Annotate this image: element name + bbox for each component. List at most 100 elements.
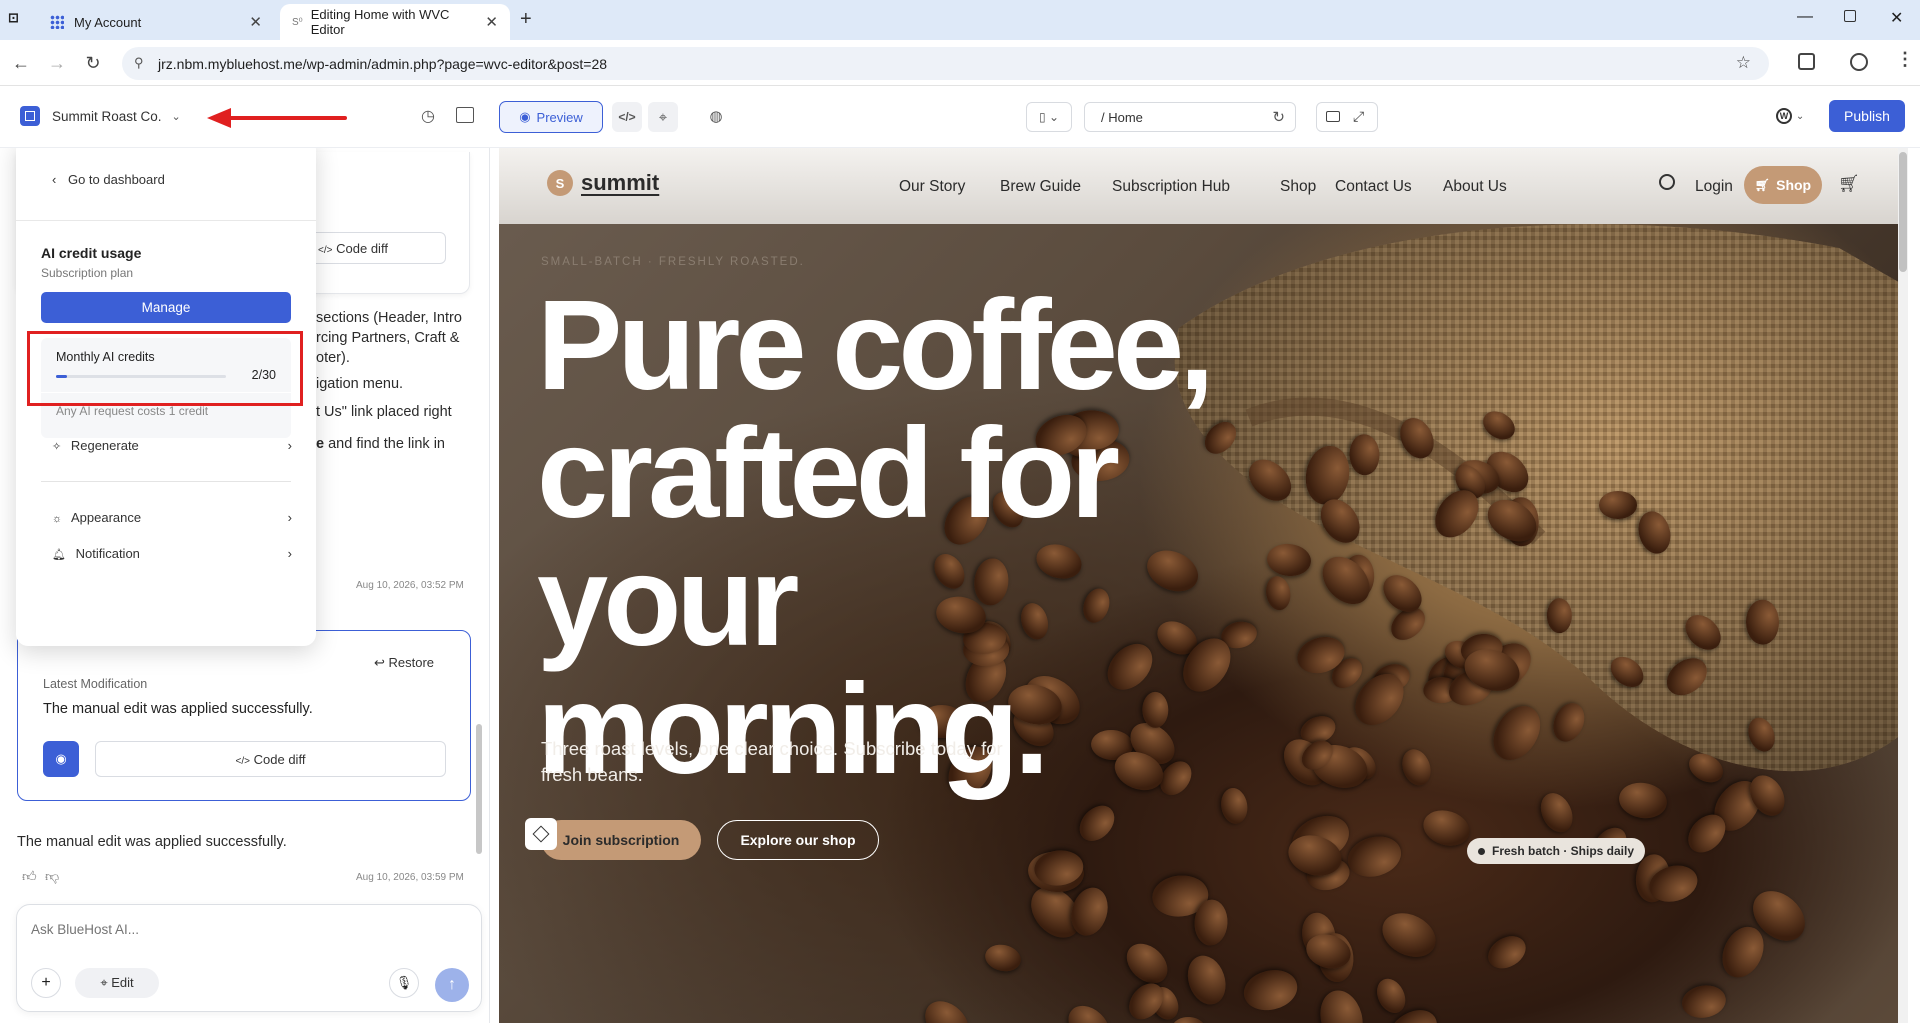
code-diff-button[interactable]: </> Code diff [95, 741, 446, 777]
annotation-highlight-box [27, 331, 303, 406]
dashboard-label: Go to dashboard [67, 172, 165, 187]
device-toggle: ⤢ [1316, 102, 1378, 132]
palette-icon[interactable]: ◍ [706, 106, 726, 126]
site-logo[interactable]: S summit [547, 170, 659, 196]
close-icon[interactable]: ✕ [249, 13, 262, 31]
join-subscription-button[interactable]: Join subscription [541, 820, 701, 860]
code-icon: </> [318, 244, 333, 256]
menu-item-label: Regenerate [70, 438, 139, 453]
nav-subscription-hub[interactable]: Subscription Hub [1112, 178, 1230, 196]
explore-shop-button[interactable]: Explore our shop [717, 820, 879, 860]
browser-tab-bar: ⊡ My Account ✕ S⁰ Editing Home with WVC … [0, 0, 1920, 40]
site-info-icon[interactable]: ⚲ [134, 55, 144, 71]
tab-title: My Account [74, 14, 142, 30]
reload-icon[interactable]: ↻ [78, 48, 108, 78]
minimize-icon[interactable]: — [1797, 8, 1813, 26]
history-icon[interactable]: ◷ [418, 106, 438, 126]
address-bar[interactable]: ⚲ jrz.nbm.mybluehost.me/wp-admin/admin.p… [122, 47, 1769, 80]
menu-item-regenerate[interactable]: ✧ Regenerate › [52, 438, 292, 458]
menu-item-appearance[interactable]: ☼ Appearance › [52, 510, 292, 530]
restore-button[interactable]: ↩ Restore [374, 655, 434, 671]
restore-icon[interactable] [1844, 10, 1856, 22]
tab-my-account[interactable]: My Account ✕ [38, 4, 274, 40]
site-preview: S summit Our Story Brew Guide Subscripti… [499, 148, 1908, 1023]
message-text: e and find the link in [316, 434, 445, 454]
coffee-bean [1598, 491, 1638, 519]
login-link[interactable]: Login [1695, 178, 1733, 196]
bell-icon: 🔔︎ [52, 549, 66, 561]
message-text: and find the link in [328, 436, 445, 452]
close-icon[interactable]: ✕ [485, 13, 498, 31]
browser-menu-icon[interactable]: ⋮ [1896, 49, 1914, 70]
shop-pill-button[interactable]: 🛒︎ Shop [1744, 166, 1822, 204]
fullscreen-icon[interactable]: ⤢ [1353, 108, 1364, 125]
thumbs-down-icon[interactable]: 👎︎ [45, 868, 59, 885]
scroll-thumb[interactable] [476, 724, 482, 854]
tab-title: Editing Home with WVC Editor [310, 7, 450, 37]
scroll-thumb[interactable] [1899, 152, 1907, 272]
nav-contact-us[interactable]: Contact Us [1335, 178, 1412, 196]
message-text: oter). [316, 350, 350, 366]
page-path: / Home [1101, 109, 1143, 125]
code-view-icon[interactable]: </> [612, 102, 642, 132]
edit-button[interactable]: ⌖ Edit [75, 968, 159, 998]
preview-button[interactable]: ◉ Preview [499, 101, 603, 133]
back-icon[interactable]: ← [6, 48, 36, 78]
edit-label: Edit [111, 975, 134, 990]
layers-button[interactable] [525, 818, 557, 850]
page-path-field[interactable]: / Home ↻ [1084, 102, 1296, 132]
add-button[interactable]: + [31, 968, 61, 998]
bookmark-star-icon[interactable]: ☆ [1736, 53, 1751, 73]
extensions-icon[interactable] [1798, 53, 1815, 70]
editor-toolbar: Summit Roast Co. ⌄ ◷ ◉ Preview </> ⌖ ◍ ▯… [0, 86, 1920, 148]
subtext-line: fresh beans. [541, 764, 643, 785]
headline-line: Pure coffee, [537, 274, 1215, 417]
manage-button[interactable]: Manage [41, 292, 291, 323]
publish-button[interactable]: Publish [1829, 100, 1905, 132]
close-window-icon[interactable]: ✕ [1890, 8, 1903, 28]
forward-icon[interactable]: → [42, 48, 72, 78]
credit-subtitle: Subscription plan [41, 266, 134, 280]
chat-input[interactable] [31, 917, 451, 941]
message-text: The manual edit was applied successfully… [17, 834, 287, 850]
site-name: Summit Roast Co. [52, 108, 162, 124]
message-text: rcing Partners, Craft & [316, 330, 460, 346]
microphone-button[interactable]: 🎙︎ [389, 968, 419, 998]
preview-scrollbar[interactable] [1898, 148, 1908, 1023]
apps-grid-icon[interactable] [20, 106, 40, 126]
select-element-icon[interactable]: ⌖ [648, 102, 678, 132]
new-tab-icon[interactable]: + [520, 8, 532, 31]
badge-text: Fresh batch · Ships daily [1491, 844, 1635, 858]
nav-our-story[interactable]: Our Story [899, 178, 965, 196]
eye-icon: ◉ [55, 751, 67, 766]
send-button[interactable]: ↑ [435, 968, 469, 1002]
desktop-icon[interactable] [1326, 111, 1340, 122]
menu-item-notification[interactable]: 🔔︎ Notification › [52, 546, 292, 566]
preview-change-button[interactable]: ◉ [43, 741, 79, 777]
logo-mark: S [547, 170, 573, 196]
cart-icon: 🛒︎ [1754, 178, 1771, 192]
nav-shop[interactable]: Shop [1280, 178, 1316, 196]
toggle-sidebar-icon[interactable] [456, 107, 474, 123]
search-icon[interactable] [1659, 174, 1675, 190]
profile-icon[interactable] [1850, 53, 1868, 71]
wordpress-menu[interactable]: W ⌄ [1776, 106, 1804, 124]
tab-search-icon[interactable]: ⊡ [8, 10, 30, 30]
site-switcher[interactable]: Summit Roast Co. ⌄ [52, 103, 181, 129]
go-to-dashboard-link[interactable]: ‹ Go to dashboard [52, 172, 165, 187]
credit-title: AI credit usage [41, 245, 142, 261]
tab-editor[interactable]: S⁰ Editing Home with WVC Editor ✕ [280, 4, 510, 40]
nav-brew-guide[interactable]: Brew Guide [1000, 178, 1081, 196]
cart-icon[interactable]: 🛒︎ [1838, 174, 1860, 194]
page-selector[interactable]: ▯ ⌄ [1026, 102, 1072, 132]
chat-scrollbar[interactable] [476, 184, 482, 934]
site-header: S summit Our Story Brew Guide Subscripti… [499, 148, 1908, 224]
wordpress-icon: W [1776, 108, 1792, 124]
message-text: sections (Header, Intro [316, 310, 462, 326]
nav-about-us[interactable]: About Us [1443, 178, 1507, 196]
thumbs-up-icon[interactable]: 👍︎ [22, 868, 37, 885]
timestamp: Aug 10, 2026, 03:59 PM [356, 872, 464, 883]
chevron-right-icon: › [287, 546, 292, 561]
sparkle-icon: ✧ [52, 441, 62, 453]
refresh-icon[interactable]: ↻ [1272, 108, 1285, 126]
